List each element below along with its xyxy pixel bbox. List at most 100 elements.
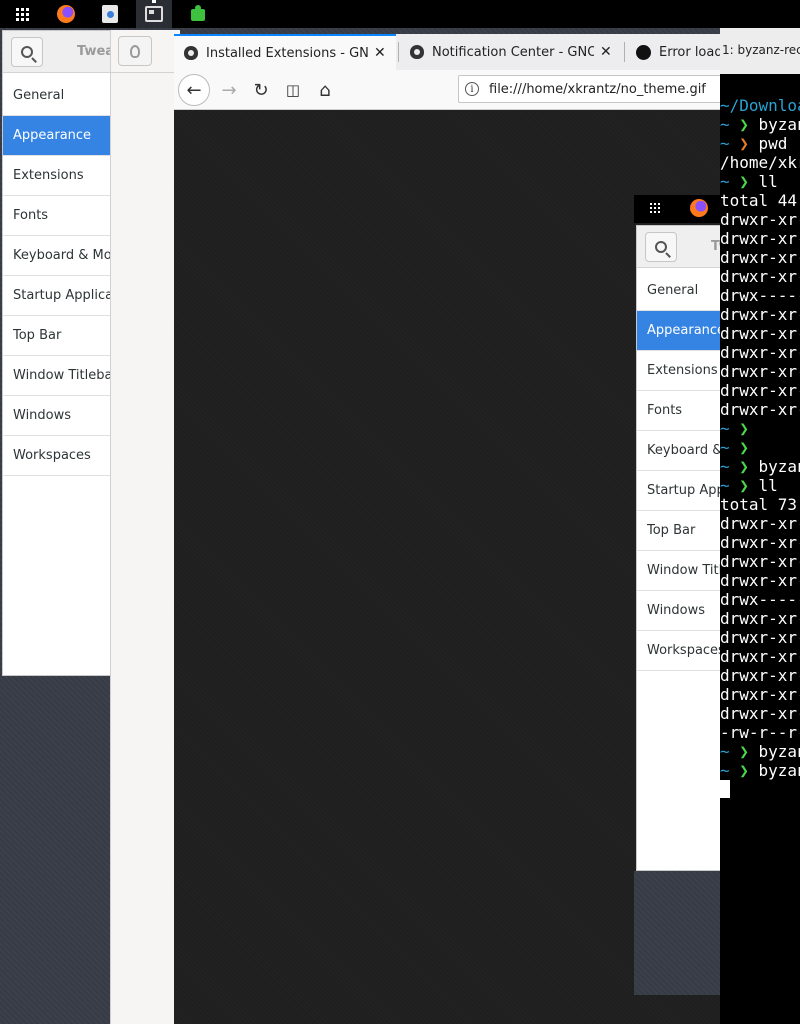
tab-installed-extensions[interactable]: Installed Extensions - GNOME Shell Exten…	[174, 34, 396, 70]
terminal-text: drwxr-xr-x	[720, 400, 800, 419]
gif-sidebar-item: Workspaces	[637, 631, 720, 671]
terminal-text: ❯	[739, 419, 749, 438]
terminal-text: drwxr-xr-x	[720, 248, 800, 267]
terminal-text: drwx------	[720, 286, 800, 305]
app-grid-icon[interactable]	[4, 0, 40, 28]
sidebar-item-workspaces[interactable]: Workspaces	[3, 436, 111, 476]
terminal-text: ~	[720, 134, 740, 153]
terminal-text: ~	[720, 438, 740, 457]
arrow-left-icon: ←	[186, 79, 202, 101]
terminal-text: drwxr-xr-x	[720, 685, 800, 704]
terminal-text: total 73	[720, 495, 798, 514]
home-button[interactable]: ⌂	[310, 75, 340, 105]
search-button[interactable]	[11, 37, 43, 67]
terminal-line: drwxr-xr-x	[720, 628, 800, 647]
sidebar-item-extensions[interactable]: Extensions	[3, 156, 111, 196]
terminal-text: drwxr-xr-x	[720, 324, 800, 343]
app-grid-icon	[650, 203, 660, 213]
close-tab-icon[interactable]: ✕	[374, 45, 386, 61]
reload-icon: ↻	[253, 79, 269, 101]
gimp-icon[interactable]	[92, 0, 128, 28]
terminal-text: pwd	[758, 134, 788, 153]
back-button[interactable]: ←	[178, 74, 210, 106]
sidebar-button[interactable]: ◫	[278, 75, 308, 105]
sidebar-icon: ◫	[285, 81, 301, 99]
navigation-toolbar: ← → ↻ ◫ ⌂ i file:///home/xkrantz/no_them…	[174, 70, 728, 110]
gif-headerbar: Tweaks	[637, 226, 720, 268]
terminal-text: ❯	[739, 438, 749, 457]
terminal-text: ❯	[739, 134, 759, 153]
sidebar-item-general[interactable]: General	[3, 76, 111, 116]
info-icon[interactable]: i	[465, 82, 479, 96]
terminal-text: ❯	[739, 457, 759, 476]
terminal-text: ~	[720, 742, 740, 761]
terminal-text: ❯	[739, 761, 759, 780]
terminal-text: drwxr-xr-x	[720, 362, 800, 381]
tab-label: Notification Center - GNOME Shell Extens…	[432, 44, 594, 60]
sidebar-item-top-bar[interactable]: Top Bar	[3, 316, 111, 356]
search-icon	[21, 46, 33, 58]
gif-image: Tweaks GeneralAppearanceExtensionsFontsK…	[634, 195, 720, 995]
terminal-line: drwxr-xr-x	[720, 704, 800, 723]
sidebar-item-startup-applications[interactable]: Startup Applications	[3, 276, 111, 316]
firefox-icon[interactable]	[48, 0, 84, 28]
gif-wallpaper	[634, 871, 720, 995]
gif-sidebar-item: Fonts	[637, 391, 720, 431]
sidebar-item-window-titlebars[interactable]: Window Titlebars	[3, 356, 111, 396]
terminal-line: drwxr-xr-x	[720, 571, 800, 590]
reload-button[interactable]: ↻	[246, 75, 276, 105]
terminal-line: ~ ❯ byzanz-record	[720, 761, 800, 780]
tweaks-window: Tweaks General Appearance Extensions Fonts K…	[2, 30, 130, 676]
terminal-text: ~	[720, 457, 740, 476]
terminal-line: drwxr-xr-x	[720, 609, 800, 628]
terminal-text: ~	[720, 172, 740, 191]
tweaks-headerbar: Tweaks	[3, 31, 130, 73]
gif-sidebar-item: Top Bar	[637, 511, 720, 551]
terminal-text: ❯	[739, 172, 759, 191]
terminal-text: byzanz-record	[758, 742, 800, 761]
terminal-line: drwxr-xr-x	[720, 362, 800, 381]
close-tab-icon[interactable]: ✕	[600, 44, 612, 60]
terminal-line: ~ ❯ byzanz-record	[720, 742, 800, 761]
terminal-output[interactable]: ~/Downloads~ ❯ byzanz-record~ ❯ pwd/home…	[720, 96, 800, 799]
terminal-text: ~	[720, 115, 740, 134]
terminal-text: -rw-r--r--	[720, 723, 800, 742]
terminal-line: drwxr-xr-x	[720, 267, 800, 286]
terminal-text: ll	[758, 476, 778, 495]
gif-sidebar-item: Startup Applications	[637, 471, 720, 511]
gif-sidebar-item: Extensions	[637, 351, 720, 391]
terminal-line: total 73	[720, 495, 800, 514]
extensions-puzzle-icon[interactable]	[180, 0, 216, 28]
gif-top-bar	[634, 195, 720, 223]
terminal-window: 1: byzanz-record ~/Downloads~ ❯ byzanz-r…	[720, 28, 800, 1024]
forward-button[interactable]: →	[214, 75, 244, 105]
terminal-text: drwxr-xr-x	[720, 533, 800, 552]
tab-label: Error loading	[659, 44, 720, 60]
sidebar-item-keyboard-mouse[interactable]: Keyboard & Mouse	[3, 236, 111, 276]
terminal-text: ❯	[739, 115, 759, 134]
terminal-line: ~ ❯ byzanz-record	[720, 457, 800, 476]
tweaks-sidebar: General Appearance Extensions Fonts Keyboard…	[3, 76, 111, 476]
terminal-line: ~ ❯ ll	[720, 476, 800, 495]
terminal-line: /home/xkrantz	[720, 153, 800, 172]
url-text[interactable]: file:///home/xkrantz/no_theme.gif	[489, 82, 706, 97]
sidebar-item-windows[interactable]: Windows	[3, 396, 111, 436]
terminal-title: 1: byzanz-record	[720, 28, 800, 74]
terminal-text: drwxr-xr-x	[720, 229, 800, 248]
terminal-text: byzanz-record	[758, 115, 800, 134]
terminal-line: drwxr-xr-x	[720, 305, 800, 324]
url-bar[interactable]: i file:///home/xkrantz/no_theme.gif	[458, 75, 728, 103]
gnome-foot-icon	[184, 46, 198, 60]
terminal-line: drwx------	[720, 590, 800, 609]
tweaks-window-icon[interactable]	[136, 0, 172, 28]
sidebar-item-fonts[interactable]: Fonts	[3, 196, 111, 236]
terminal-text: ❯	[739, 742, 759, 761]
terminal-line: drwxr-xr-x	[720, 400, 800, 419]
sidebar-item-appearance[interactable]: Appearance	[3, 116, 111, 156]
tips-button[interactable]	[118, 36, 152, 66]
terminal-line: drwxr-xr-x	[720, 248, 800, 267]
terminal-text: total 44	[720, 191, 798, 210]
gif-sidebar-item: Windows	[637, 591, 720, 631]
tab-notification-center[interactable]: Notification Center - GNOME Shell Extens…	[400, 34, 622, 70]
tab-error-loading[interactable]: Error loading	[626, 34, 720, 70]
